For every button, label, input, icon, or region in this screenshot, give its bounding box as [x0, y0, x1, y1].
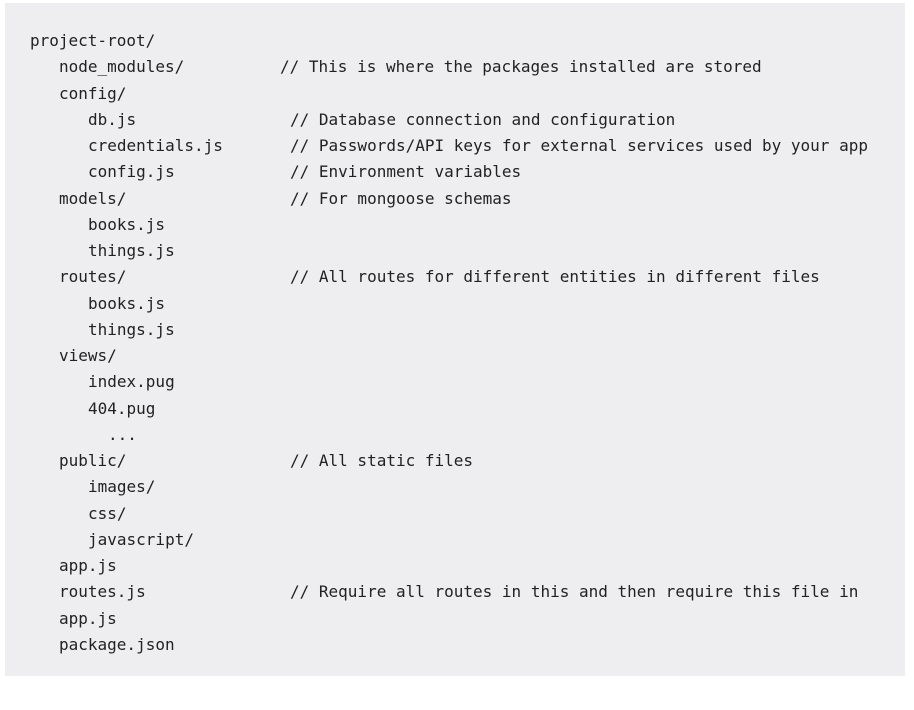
code-line: ... [5, 422, 137, 448]
code-line: 404.pug [5, 396, 155, 422]
code-comment: // Database connection and configuration [290, 110, 676, 129]
code-line: books.js [5, 291, 165, 317]
code-comment: // Require all routes in this and then r… [290, 582, 859, 601]
code-line: app.js [5, 553, 117, 579]
code-text: things.js [88, 241, 175, 260]
code-text: credentials.js [88, 136, 223, 155]
code-text: routes.js [59, 582, 146, 601]
code-text: images/ [88, 477, 156, 496]
code-comment: // Passwords/API keys for external servi… [290, 136, 868, 155]
code-text: routes/ [59, 267, 127, 286]
code-line: things.js [5, 317, 175, 343]
code-text: node_modules/ [59, 57, 185, 76]
code-line: books.js [5, 212, 165, 238]
code-text: db.js [88, 110, 137, 129]
code-text: 404.pug [88, 399, 156, 418]
code-line: models/ // For mongoose schemas [5, 186, 512, 212]
code-text: package.json [59, 635, 175, 654]
code-text: app.js [59, 609, 117, 628]
code-text: index.pug [88, 372, 175, 391]
code-line: views/ [5, 343, 117, 369]
code-comment: // All routes for different entities in … [290, 267, 820, 286]
code-text: public/ [59, 451, 127, 470]
code-line: project-root/ [5, 28, 155, 54]
code-line: credentials.js // Passwords/API keys for… [5, 133, 868, 159]
code-line: index.pug [5, 369, 175, 395]
code-text: models/ [59, 189, 127, 208]
code-text: app.js [59, 556, 117, 575]
code-line: css/ [5, 501, 127, 527]
code-comment: // For mongoose schemas [290, 189, 512, 208]
code-comment: // This is where the packages installed … [280, 57, 762, 76]
code-line: node_modules/ // This is where the packa… [5, 54, 762, 80]
code-line: routes/ // All routes for different enti… [5, 264, 820, 290]
code-line: package.json [5, 632, 175, 658]
code-line: config.js // Environment variables [5, 159, 521, 185]
code-text: ... [108, 425, 137, 444]
code-line: app.js [5, 606, 117, 632]
code-text: things.js [88, 320, 175, 339]
code-comment: // Environment variables [290, 162, 522, 181]
code-text: books.js [88, 294, 166, 313]
code-line: javascript/ [5, 527, 194, 553]
code-line: public/ // All static files [5, 448, 473, 474]
code-text: css/ [88, 504, 127, 523]
code-text: views/ [59, 346, 117, 365]
code-line: things.js [5, 238, 175, 264]
code-text: config.js [88, 162, 175, 181]
code-line: routes.js // Require all routes in this … [5, 579, 858, 605]
code-line: db.js // Database connection and configu… [5, 107, 675, 133]
code-text: project-root/ [30, 31, 156, 50]
code-text: config/ [59, 84, 127, 103]
code-block: project-root/ node_modules/ // This is w… [5, 3, 905, 676]
code-line: images/ [5, 474, 155, 500]
code-text: books.js [88, 215, 166, 234]
code-line: config/ [5, 81, 126, 107]
code-text: javascript/ [88, 530, 194, 549]
code-comment: // All static files [290, 451, 474, 470]
